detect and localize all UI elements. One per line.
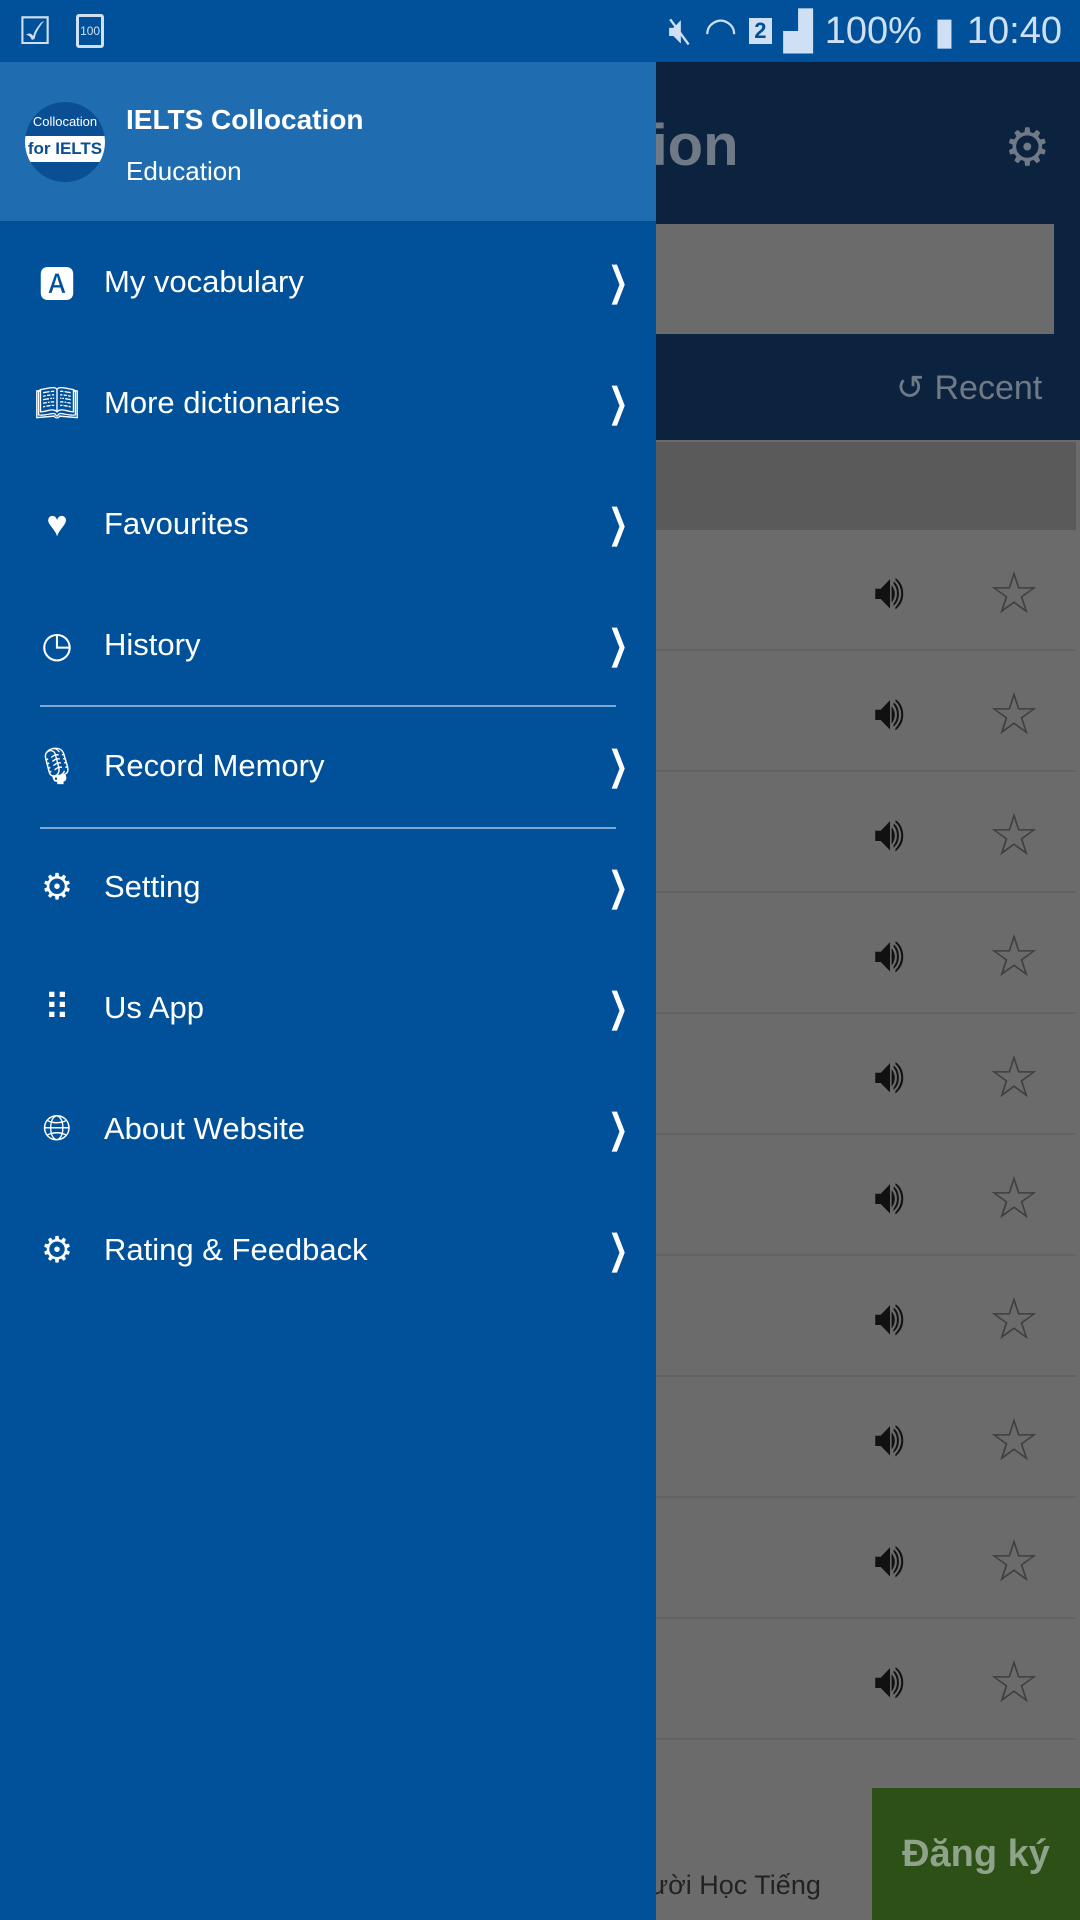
mute-icon: 🔇︎	[668, 9, 693, 52]
star-icon: ☆	[988, 803, 1040, 868]
globe-icon: 🌐︎	[42, 1107, 72, 1148]
speaker-icon: 🔊︎	[874, 687, 905, 740]
battery-saver-icon: 100	[76, 14, 105, 48]
star-icon: ☆	[988, 1045, 1040, 1110]
chevron-right-icon: ❯	[608, 622, 629, 667]
task-icon: ☑	[18, 10, 53, 53]
speaker-icon: 🔊︎	[874, 1050, 905, 1103]
list-row: 🔊︎ ☆	[600, 777, 1076, 893]
ad-text: ười Học Tiếng	[650, 1870, 821, 1900]
gear-icon: ⚙	[1004, 119, 1051, 177]
divider	[40, 827, 616, 829]
sim-badge: 2	[749, 18, 772, 44]
speaker-icon: 🔊︎	[874, 808, 905, 861]
drawer-item-label: Us App	[104, 989, 204, 1025]
heart-icon: ♥	[46, 502, 68, 544]
recent-tab: ↺ Recent	[896, 368, 1042, 408]
battery-icon: ▮	[933, 10, 955, 53]
gear-icon: ⚙	[40, 865, 74, 907]
list-row: 🔊︎ ☆	[600, 1503, 1076, 1619]
drawer-item-about-website[interactable]: 🌐︎ About Website ❯	[0, 1068, 656, 1189]
list-row: 🔊︎ ☆	[600, 898, 1076, 1014]
star-icon: ☆	[988, 1650, 1040, 1715]
star-icon: ☆	[988, 1166, 1040, 1231]
drawer-item-label: Favourites	[104, 505, 249, 541]
drawer-item-favourites[interactable]: ♥ Favourites ❯	[0, 463, 656, 584]
drawer-item-rating-feedback[interactable]: ⚙ Rating & Feedback ❯	[0, 1189, 656, 1310]
history-icon: ◷	[41, 623, 73, 665]
list-row: 🔊︎ ☆	[600, 1019, 1076, 1135]
star-icon: ☆	[988, 1529, 1040, 1594]
status-bar: ☑ 100 🔇︎ ◠ 2 ▟ 100% ▮ 10:40	[0, 0, 1080, 62]
chevron-right-icon: ❯	[608, 743, 629, 788]
ad-register-button: Đăng ký	[872, 1788, 1080, 1920]
wifi-icon: ◠	[704, 10, 738, 53]
list-row: 🔊︎ ☆	[600, 1140, 1076, 1256]
drawer-item-record-memory[interactable]: 🎙︎ Record Memory ❯	[0, 705, 656, 826]
drawer-header: Collocation for IELTS IELTS Collocation E…	[0, 62, 656, 221]
drawer-item-label: About Website	[104, 1110, 306, 1146]
dictionary-icon: 📖︎	[34, 381, 80, 423]
drawer-item-label: Record Memory	[104, 747, 325, 783]
search-input	[600, 224, 1054, 334]
speaker-icon: 🔊︎	[874, 1292, 905, 1345]
chevron-right-icon: ❯	[608, 380, 629, 425]
drawer-item-history[interactable]: ◷ History ❯	[0, 584, 656, 705]
star-icon: ☆	[988, 1408, 1040, 1473]
list-row: 🔊︎ ☆	[600, 656, 1076, 772]
battery-percent: 100%	[824, 9, 922, 52]
list-row: 🔊︎ ☆	[600, 1624, 1076, 1740]
speaker-icon: 🔊︎	[874, 1534, 905, 1587]
navigation-drawer: Collocation for IELTS IELTS Collocation E…	[0, 62, 656, 1920]
gear-icon: ⚙	[40, 1228, 74, 1270]
signal-icon: ▟	[783, 10, 813, 53]
chevron-right-icon: ❯	[608, 1106, 629, 1151]
drawer-item-label: History	[104, 626, 201, 662]
microphone-icon: 🎙︎	[34, 744, 80, 786]
list-row: 🔊︎ ☆	[600, 1382, 1076, 1498]
speaker-icon: 🔊︎	[874, 1171, 905, 1224]
drawer-item-setting[interactable]: ⚙ Setting ❯	[0, 826, 656, 947]
recent-label: Recent	[934, 368, 1043, 407]
star-icon: ☆	[988, 561, 1040, 626]
chevron-right-icon: ❯	[608, 864, 629, 909]
speaker-icon: 🔊︎	[874, 566, 905, 619]
chevron-right-icon: ❯	[608, 259, 629, 304]
app-name: IELTS Collocation	[126, 104, 364, 135]
drawer-item-label: My vocabulary	[104, 263, 304, 299]
app-logo: Collocation for IELTS	[25, 102, 105, 182]
star-icon: ☆	[988, 924, 1040, 989]
history-icon: ↺	[896, 369, 925, 407]
grid-icon: ⠿	[43, 986, 71, 1028]
letter-a-icon: 🅰︎	[38, 263, 75, 305]
drawer-item-label: More dictionaries	[104, 384, 341, 420]
divider	[40, 705, 616, 707]
drawer-item-us-app[interactable]: ⠿ Us App ❯	[0, 947, 656, 1068]
list-row: 🔊︎ ☆	[600, 1261, 1076, 1377]
chevron-right-icon: ❯	[608, 1227, 629, 1272]
drawer-item-more-dictionaries[interactable]: 📖︎ More dictionaries ❯	[0, 342, 656, 463]
app-category: Education	[126, 156, 242, 186]
star-icon: ☆	[988, 682, 1040, 747]
drawer-item-label: Setting	[104, 868, 201, 904]
speaker-icon: 🔊︎	[874, 1413, 905, 1466]
drawer-item-my-vocabulary[interactable]: 🅰︎ My vocabulary ❯	[0, 221, 656, 342]
list-row: 🔊︎ ☆	[600, 535, 1076, 651]
clock: 10:40	[966, 9, 1062, 52]
star-icon: ☆	[988, 1287, 1040, 1352]
speaker-icon: 🔊︎	[874, 929, 905, 982]
drawer-item-label: Rating & Feedback	[104, 1231, 368, 1267]
chevron-right-icon: ❯	[608, 501, 629, 546]
speaker-icon: 🔊︎	[874, 1655, 905, 1708]
chevron-right-icon: ❯	[608, 985, 629, 1030]
